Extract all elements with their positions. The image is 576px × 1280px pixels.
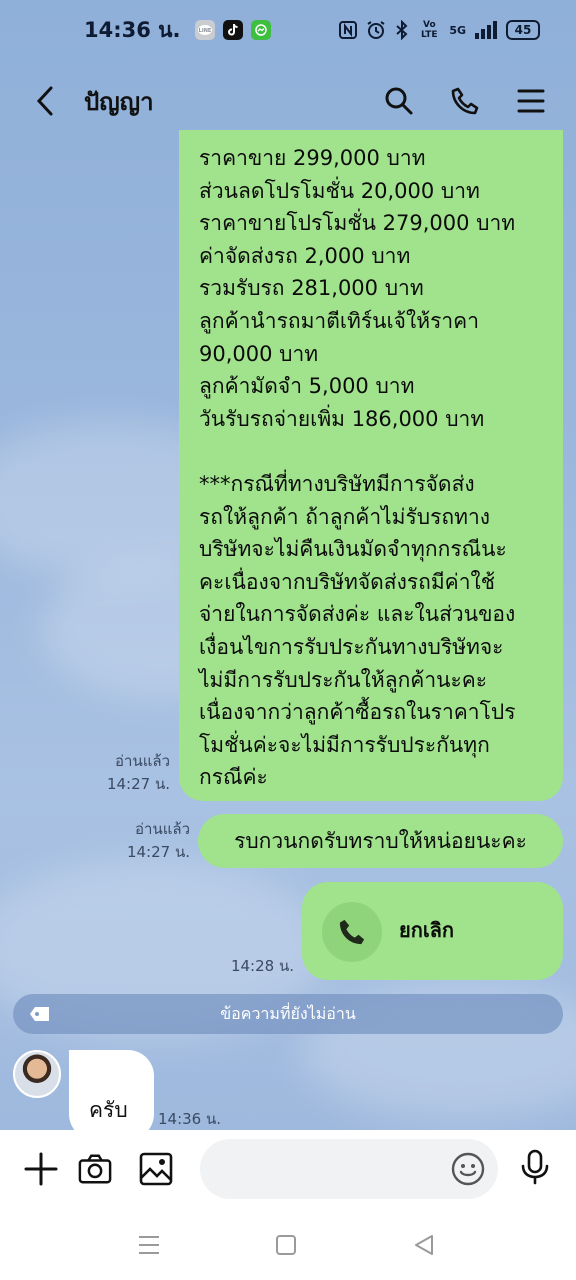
search-icon[interactable]: [382, 84, 416, 118]
nfc-icon: [339, 21, 358, 39]
status-indicators: Vo LTE 5G 45: [339, 20, 540, 40]
input-bar: [0, 1130, 576, 1212]
header-actions: [382, 84, 548, 118]
phone-icon: [322, 902, 382, 962]
line-app-icon: LINE: [194, 20, 215, 40]
message-text: ราคาขาย 299,000 บาท ส่วนลดโปรโมชั่น 20,0…: [199, 146, 516, 790]
chat-title: ปัญญา: [84, 87, 154, 116]
phone-icon[interactable]: [448, 84, 482, 118]
network-type: 5G: [449, 23, 466, 37]
chat-header: ปัญญา: [0, 70, 576, 132]
volte-indicator: Vo LTE: [421, 20, 438, 40]
message-text: รบกวนกดรับทราบให้หน่อยนะคะ: [234, 828, 527, 853]
message-time: 14:27 น.: [106, 775, 170, 793]
camera-icon[interactable]: [78, 1152, 112, 1186]
home-icon[interactable]: [269, 1228, 303, 1262]
battery-icon: 45: [506, 20, 540, 40]
plus-icon[interactable]: [24, 1152, 58, 1186]
messenger-app-icon: [250, 20, 271, 40]
outgoing-message-bubble[interactable]: ราคาขาย 299,000 บาท ส่วนลดโปรโมชั่น 20,0…: [179, 130, 563, 801]
message-time: 14:28 น.: [230, 957, 294, 975]
menu-icon[interactable]: [514, 84, 548, 118]
status-time: 14:36 น.: [84, 17, 181, 42]
call-message-bubble[interactable]: ยกเลิก: [302, 882, 563, 980]
avatar[interactable]: [13, 1050, 61, 1098]
alarm-icon: [367, 21, 385, 39]
message-meta: อ่านแล้ว 14:27 น.: [108, 818, 190, 864]
read-receipt: อ่านแล้ว: [135, 820, 190, 838]
system-nav-bar: [0, 1212, 576, 1280]
tag-icon: [30, 1007, 49, 1021]
read-receipt: อ่านแล้ว: [115, 752, 170, 770]
recents-icon[interactable]: [132, 1228, 166, 1262]
message-text: ครับ: [89, 1098, 128, 1122]
svg-text:LINE: LINE: [198, 28, 211, 34]
unread-divider: ข้อความที่ยังไม่อ่าน: [13, 994, 563, 1034]
signal-icon: [475, 21, 497, 39]
microphone-icon[interactable]: [518, 1149, 552, 1185]
incoming-message-bubble[interactable]: ครับ: [69, 1050, 154, 1140]
chevron-left-icon[interactable]: [28, 84, 62, 118]
outgoing-message-bubble[interactable]: รบกวนกดรับทราบให้หน่อยนะคะ: [198, 814, 563, 868]
call-status-text: ยกเลิก: [399, 918, 455, 942]
tiktok-app-icon: [222, 20, 243, 40]
message-meta: อ่านแล้ว 14:27 น.: [90, 750, 170, 796]
status-bar: 14:36 น. LINE Vo LTE 5G 45: [0, 0, 576, 60]
back-icon[interactable]: [407, 1228, 441, 1262]
unread-divider-text: ข้อความที่ยังไม่อ่าน: [220, 1003, 356, 1023]
message-time: 14:27 น.: [126, 843, 190, 861]
message-time: 14:36 น.: [158, 1110, 222, 1128]
emoji-icon[interactable]: [451, 1152, 485, 1186]
image-icon[interactable]: [139, 1152, 173, 1186]
bluetooth-icon: [396, 20, 408, 40]
